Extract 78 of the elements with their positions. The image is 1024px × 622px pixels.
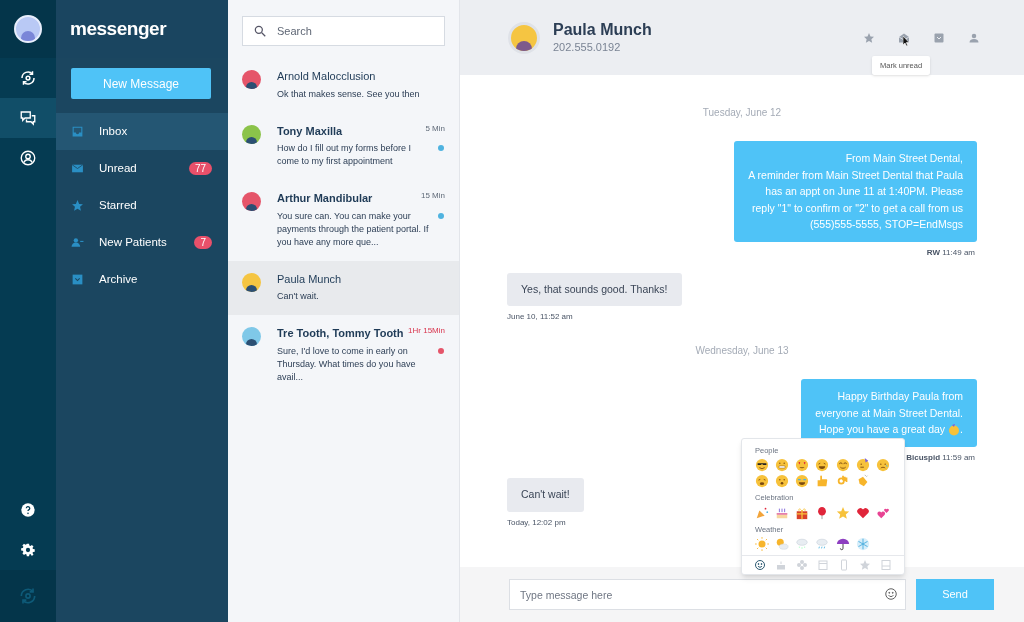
app-logo: messenger (70, 16, 167, 41)
date-divider: Tuesday, June 12 (701, 106, 783, 120)
conversation-item[interactable]: Paula Munch Can't wait. (228, 260, 459, 315)
count-badge: 77 (188, 162, 212, 175)
contact-name: Paula Munch (553, 19, 653, 39)
message-meta: RW 11:49 am (926, 246, 975, 259)
smiley-icon[interactable] (884, 587, 898, 601)
user-avatar[interactable] (14, 15, 42, 43)
chat-bubbles-icon[interactable] (0, 98, 56, 138)
contact-phone: 202.555.0192 (553, 39, 622, 55)
search-icon (253, 24, 267, 38)
star-icon[interactable] (835, 505, 850, 520)
sad-face-icon[interactable] (875, 458, 890, 473)
contact-name: Paula Munch (277, 271, 343, 287)
nav-item[interactable]: Archive (56, 261, 228, 298)
nav-item[interactable]: Starred (56, 187, 228, 224)
thumbs-up-icon[interactable] (815, 474, 830, 489)
person-button[interactable] (968, 31, 980, 44)
star-button[interactable] (863, 31, 875, 44)
message-text: Hope you have a great day (819, 422, 946, 438)
date-divider: Wednesday, June 13 (694, 344, 790, 359)
message-text: . (960, 422, 963, 438)
message-text: Happy Birthday Paula from everyone at Main Street Dental. (815, 389, 963, 421)
sync-icon (18, 586, 38, 606)
contact-name: Tre Tooth, Tommy Tooth (277, 326, 405, 341)
person-plus-icon (71, 236, 84, 249)
contact-name: Arthur Mandibular (277, 191, 374, 206)
umbrella-icon[interactable] (835, 536, 850, 551)
conversation-item[interactable]: Arnold Malocclusion Ok that makes sense. See you then (228, 58, 459, 113)
crying-face-icon[interactable] (795, 474, 810, 489)
smiling-face-icon[interactable] (835, 458, 850, 473)
archive-box-button[interactable] (933, 31, 945, 44)
message-preview: Sure, I'd love to come in early on Thursday. What times do you have avail... (277, 344, 417, 384)
conversation-item[interactable]: Tony Maxilla 5 Min How do I fill out my forms before I come to my first appointment (228, 112, 459, 180)
open-envelope-button[interactable] (898, 31, 910, 44)
message-preview: How do I fill out my forms before I come to my first appointment (277, 142, 413, 168)
received-message-bubble: Yes, that sounds good. Thanks! (507, 272, 682, 307)
mouse-cursor-icon (903, 35, 910, 46)
contact-avatar (508, 21, 540, 54)
conversation-item[interactable]: Arthur Mandibular 15 Min You sure can. You can make your payments through the patient portal. If you have any more que... (228, 180, 459, 261)
smiley-icon[interactable] (754, 558, 766, 571)
message-text: From Main Street Dental, A reminder from Main Street Dental that Paula has an appt on June 11 at 1:40PM. Please reply "1" to confirm or "2" to get a call from us (555)555-5555, STOP=EndMsgs (748, 151, 963, 232)
inbox-tray-icon (71, 125, 84, 138)
party-face-icon[interactable] (855, 458, 870, 473)
heart-icon[interactable] (855, 505, 870, 520)
star-icon (71, 199, 84, 212)
sunglasses-face-icon[interactable] (755, 458, 769, 473)
contact-name: Tony Maxilla (277, 123, 344, 139)
message-time: June 10, 11:52 am (507, 311, 573, 324)
conversation-item[interactable]: Tre Tooth, Tommy Tooth 1Hr 15Min Sure, I'd love to come in early on Thursday. What times do you have avail... (228, 315, 459, 396)
archive-box-icon (71, 273, 84, 286)
gift-icon[interactable] (795, 505, 810, 520)
laughing-face-icon[interactable] (815, 458, 830, 473)
contact-name: Arnold Malocclusion (277, 69, 377, 84)
message-preview: You sure can. You can make your payments through the patient portal. If you have any more que... (277, 209, 430, 249)
message-time: Today, 12:02 pm (507, 516, 566, 529)
snowflake-icon[interactable] (855, 536, 870, 551)
message-meta: Bicuspid 11:59 am (906, 451, 975, 464)
surprised-face-icon[interactable] (775, 474, 790, 489)
time-label: 15 Min (421, 190, 445, 202)
time-label: 1Hr 15Min (408, 325, 445, 337)
received-message-bubble: Can't wait! (507, 477, 584, 512)
message-preview: Ok that makes sense. See you then (277, 87, 421, 101)
nav-item[interactable]: New Patients 7 (56, 224, 228, 261)
party-face-icon (948, 423, 961, 436)
time-label: 5 Min (425, 122, 445, 135)
party-popper-icon[interactable] (755, 505, 769, 520)
weary-face-icon[interactable] (755, 474, 769, 489)
message-input[interactable]: Type message here (509, 579, 906, 610)
star-icon[interactable] (859, 558, 871, 571)
grin-face-icon[interactable] (775, 458, 790, 473)
message-preview: Can't wait. (277, 290, 320, 303)
nav-item[interactable]: Unread 77 (56, 150, 228, 187)
envelope-icon (71, 162, 84, 175)
nav-item[interactable]: Inbox (56, 113, 228, 150)
search-field[interactable]: Search (242, 16, 445, 46)
heart-eyes-face-icon[interactable] (795, 458, 810, 473)
count-badge: 7 (194, 236, 212, 249)
